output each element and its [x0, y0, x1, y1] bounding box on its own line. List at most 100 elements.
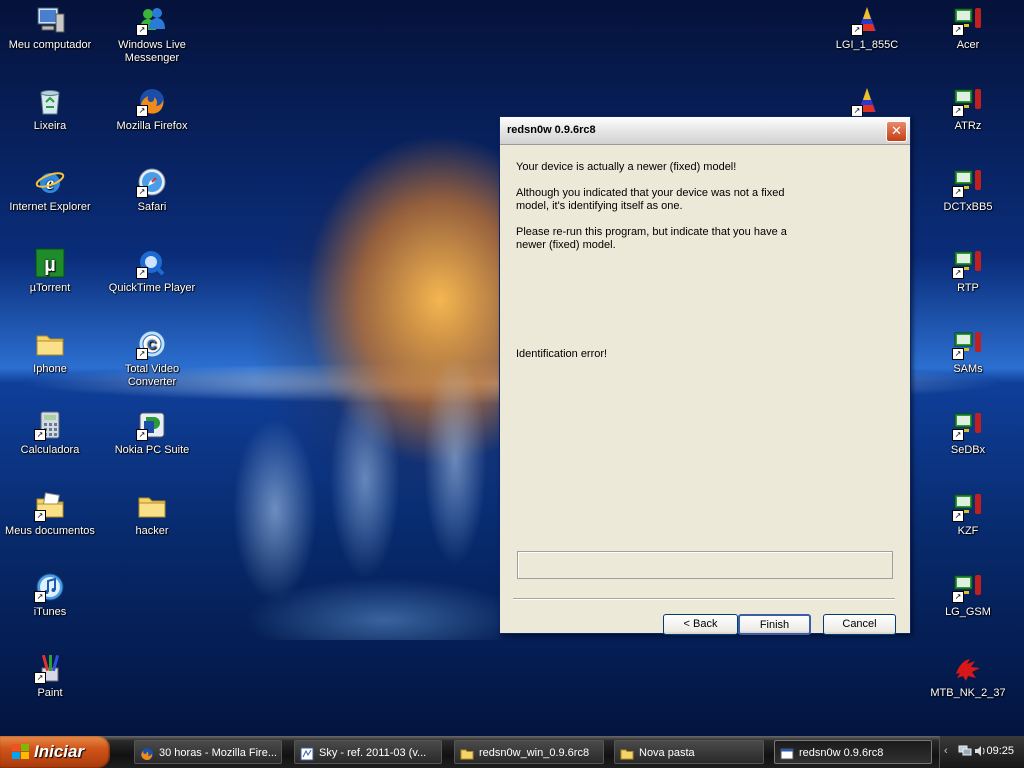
shortcut-arrow-icon: ↗: [952, 24, 964, 36]
desktop-icon-label: µTorrent: [29, 282, 71, 294]
quicktime-icon: ↗: [136, 247, 168, 279]
desktop-icon-dctxbb5[interactable]: ↗ DCTxBB5: [918, 166, 1018, 214]
desktop-icon-paint[interactable]: ↗ Paint: [0, 652, 100, 700]
desktop-icon-label: QuickTime Player: [108, 282, 196, 294]
desktop-icon-acer[interactable]: ↗ Acer: [918, 4, 1018, 52]
desktop-icon-atrz[interactable]: ↗ ATRz: [918, 85, 1018, 133]
my-computer-icon: [34, 4, 66, 36]
chevron-left-icon[interactable]: ‹: [944, 745, 956, 757]
desktop-icon-itunes[interactable]: ↗ iTunes: [0, 571, 100, 619]
volume-icon[interactable]: [974, 745, 986, 757]
desktop-icon-mozilla-firefox[interactable]: ↗ Mozilla Firefox: [102, 85, 202, 133]
message-identifying: Although you indicated that your device …: [516, 187, 785, 212]
shortcut-arrow-icon: ↗: [952, 186, 964, 198]
desktop-icon-utorrent[interactable]: µ µTorrent: [0, 247, 100, 295]
cancel-button[interactable]: Cancel: [823, 614, 896, 635]
taskbar-item-label: redsn0w_win_0.9.6rc8: [479, 747, 590, 759]
finish-button[interactable]: Finish: [738, 614, 811, 635]
network-icon[interactable]: [958, 745, 972, 757]
shortcut-arrow-icon: ↗: [851, 24, 863, 36]
shortcut-arrow-icon: ↗: [136, 348, 148, 360]
paint-icon: ↗: [34, 652, 66, 684]
wallpaper-hand: [215, 360, 545, 640]
desktop-icon-windows-live-messenger[interactable]: ↗ Windows Live Messenger: [102, 4, 202, 65]
phone-tool-icon: ↗: [952, 409, 984, 441]
shortcut-arrow-icon: ↗: [136, 267, 148, 279]
desktop-icon-nokia-pc-suite[interactable]: ↗ Nokia PC Suite: [102, 409, 202, 457]
shortcut-arrow-icon: ↗: [952, 267, 964, 279]
my-documents-icon: ↗: [34, 490, 66, 522]
shortcut-arrow-icon: ↗: [34, 672, 46, 684]
desktop-icon-hacker-folder[interactable]: hacker: [102, 490, 202, 538]
taskbar-item-nova-pasta[interactable]: Nova pasta: [614, 740, 764, 764]
shortcut-arrow-icon: ↗: [952, 510, 964, 522]
desktop-icon-label: DCTxBB5: [943, 201, 993, 213]
phone-tool-icon: ↗: [952, 166, 984, 198]
desktop-icon-rtp[interactable]: ↗ RTP: [918, 247, 1018, 295]
desktop-icon-label: Total Video Converter: [124, 363, 180, 388]
message-identification-error: Identification error!: [516, 348, 608, 360]
desktop-icon-label: KZF: [957, 525, 979, 537]
desktop-icon-lg-gsm[interactable]: ↗ LG_GSM: [918, 571, 1018, 619]
desktop-icon-label: Safari: [137, 201, 167, 213]
firefox-icon: [140, 746, 154, 761]
desktop-icon-internet-explorer[interactable]: e Internet Explorer: [0, 166, 100, 214]
recycle-bin-icon: [34, 85, 66, 117]
dialog-titlebar[interactable]: redsn0w 0.9.6rc8 ✕: [500, 117, 910, 145]
desktop-icon-label: Iphone: [33, 363, 67, 375]
desktop-icon-recycle-bin[interactable]: Lixeira: [0, 85, 100, 133]
desktop-icon-quicktime[interactable]: ↗ QuickTime Player: [102, 247, 202, 295]
desktop-icon-mtb-nk[interactable]: MTB_NK_2_37: [918, 652, 1018, 700]
desktop-icon-label: Meu computador: [8, 39, 92, 51]
desktop-icon-sams[interactable]: ↗ SAMs: [918, 328, 1018, 376]
desktop-icon-label: SAMs: [953, 363, 983, 375]
desktop: Meu computador Lixeira e Internet Explor…: [0, 0, 1024, 736]
message-device-newer: Your device is actually a newer (fixed) …: [516, 161, 737, 173]
shortcut-arrow-icon: ↗: [952, 105, 964, 117]
lg-tool-icon: ↗: [851, 4, 883, 36]
desktop-icon-total-video-converter[interactable]: C ↗ Total Video Converter: [102, 328, 202, 389]
desktop-icon-label: iTunes: [33, 606, 67, 618]
button-separator: [513, 598, 895, 600]
back-button[interactable]: < Back: [663, 614, 738, 635]
progress-bar: [517, 551, 893, 579]
taskbar-item-firefox[interactable]: 30 horas - Mozilla Fire...: [134, 740, 282, 764]
desktop-icon-label: Paint: [37, 687, 63, 699]
taskbar-item-redsn0w-folder[interactable]: redsn0w_win_0.9.6rc8: [454, 740, 604, 764]
taskbar-item-sky-document[interactable]: Sky - ref. 2011-03 (v...: [294, 740, 442, 764]
desktop-icon-lgi-tool-2[interactable]: ↗: [817, 85, 917, 120]
desktop-icon-label: MTB_NK_2_37: [930, 687, 1006, 699]
shortcut-arrow-icon: ↗: [136, 105, 148, 117]
folder-icon: [620, 746, 634, 760]
desktop-icon-kzf[interactable]: ↗ KZF: [918, 490, 1018, 538]
desktop-icon-my-documents[interactable]: ↗ Meus documentos: [0, 490, 100, 538]
close-button[interactable]: ✕: [886, 121, 907, 142]
desktop-icon-lgi-tool[interactable]: ↗ LGI_1_855C: [817, 4, 917, 52]
taskbar: Iniciar 30 horas - Mozilla Fire... Sky -…: [0, 736, 1024, 768]
desktop-icon-calculator[interactable]: ↗ Calculadora: [0, 409, 100, 457]
desktop-icon-label: Lixeira: [33, 120, 67, 132]
utorrent-icon: µ: [34, 247, 66, 279]
shortcut-arrow-icon: ↗: [34, 591, 46, 603]
close-icon: ✕: [891, 123, 902, 138]
desktop-icon-label: Acer: [956, 39, 980, 51]
dialog-body: Your device is actually a newer (fixed) …: [503, 146, 907, 635]
desktop-icon-sedbx[interactable]: ↗ SeDBx: [918, 409, 1018, 457]
redsn0w-dialog: redsn0w 0.9.6rc8 ✕ Your device is actual…: [499, 116, 911, 635]
start-label: Iniciar: [34, 742, 85, 761]
system-tray: ‹ 09:25: [939, 736, 1024, 768]
start-button[interactable]: Iniciar: [0, 736, 110, 768]
shortcut-arrow-icon: ↗: [34, 510, 46, 522]
desktop-icon-my-computer[interactable]: Meu computador: [0, 4, 100, 52]
desktop-icon-label: Nokia PC Suite: [114, 444, 190, 456]
desktop-icon-iphone-folder[interactable]: Iphone: [0, 328, 100, 376]
taskbar-item-redsn0w-window[interactable]: redsn0w 0.9.6rc8: [774, 740, 932, 764]
desktop-icon-label: LG_GSM: [945, 606, 991, 618]
firefox-icon: ↗: [136, 85, 168, 117]
shortcut-arrow-icon: ↗: [136, 186, 148, 198]
dialog-title: redsn0w 0.9.6rc8: [507, 124, 596, 136]
phone-tool-icon: ↗: [952, 328, 984, 360]
desktop-icon-label: Calculadora: [20, 444, 80, 456]
desktop-icon-safari[interactable]: ↗ Safari: [102, 166, 202, 214]
clock[interactable]: 09:25: [986, 745, 1014, 757]
